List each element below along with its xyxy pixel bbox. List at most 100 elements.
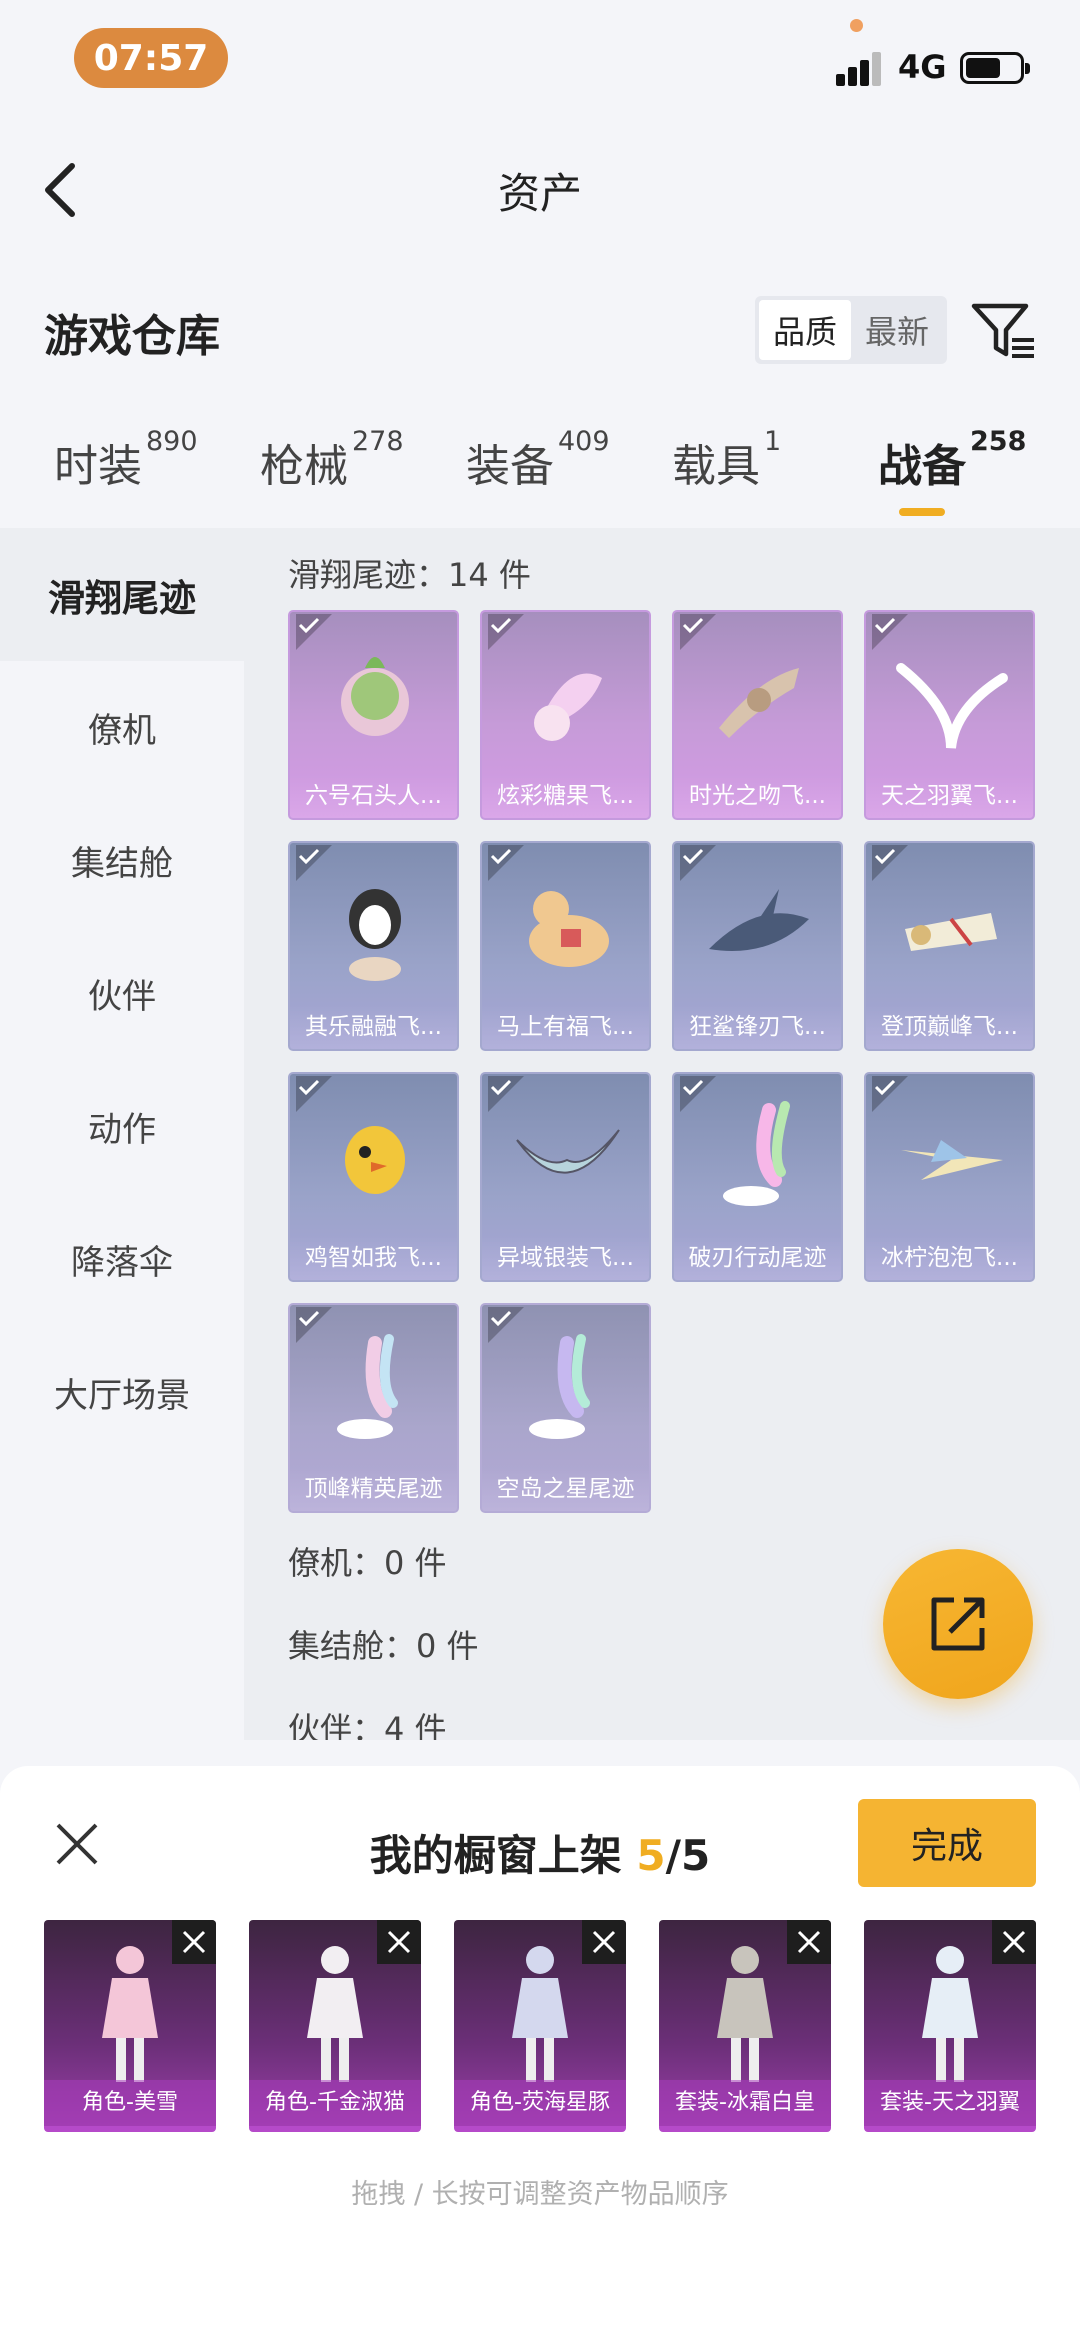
tab-tactical[interactable]: 战备 258	[878, 426, 1026, 494]
character-figure	[922, 1946, 978, 2082]
showcase-item[interactable]: 角色-荧海星豚	[454, 1920, 626, 2132]
filter-icon	[971, 303, 1034, 358]
checkmark-icon	[296, 845, 332, 881]
external-share-icon	[931, 1597, 985, 1651]
showcase-count-current: 5	[636, 1831, 666, 1880]
item-artwork	[896, 663, 1008, 749]
group-title-companion: 伙伴：4 件	[288, 1710, 447, 1740]
item-name: 破刃行动尾迹	[674, 1236, 841, 1280]
subcategory-sidebar: 滑翔尾迹 僚机 集结舱 伙伴 动作 降落伞 大厅场景	[0, 528, 244, 1740]
sidebar-item-rally-pod[interactable]: 集结舱	[0, 794, 244, 927]
item-artwork	[529, 1334, 590, 1439]
checkmark-icon	[488, 1307, 524, 1343]
reorder-hint: 拖拽 / 长按可调整资产物品顺序	[351, 2179, 729, 2210]
item-name: 冰柠泡泡飞...	[866, 1236, 1033, 1280]
item-card[interactable]: 登顶巅峰飞...	[864, 841, 1035, 1051]
item-card[interactable]: 空岛之星尾迹	[480, 1303, 651, 1513]
privacy-indicator-dot	[850, 19, 863, 32]
checkmark-icon	[680, 845, 716, 881]
item-artwork	[529, 891, 609, 967]
showcase-item[interactable]: 套装-天之羽翼	[864, 1920, 1036, 2132]
checkmark-icon	[488, 845, 524, 881]
item-artwork	[719, 668, 799, 738]
group-title-rally-pod: 集结舱：0 件	[288, 1627, 479, 1665]
status-time: 07:57	[74, 28, 228, 88]
item-card[interactable]: 时光之吻飞...	[672, 610, 843, 820]
item-card[interactable]: 炫彩糖果飞...	[480, 610, 651, 820]
item-name: 炫彩糖果飞...	[482, 774, 649, 818]
item-artwork	[516, 1129, 620, 1174]
sort-toggle[interactable]: 品质 最新	[755, 296, 947, 364]
showcase-item[interactable]: 角色-千金淑猫	[249, 1920, 421, 2132]
close-icon	[182, 1930, 206, 1954]
item-artwork	[534, 673, 602, 741]
checkmark-icon	[296, 614, 332, 650]
item-name: 狂鲨锋刃飞...	[674, 1005, 841, 1049]
item-name: 鸡智如我飞...	[290, 1236, 457, 1280]
item-card[interactable]: 狂鲨锋刃飞...	[672, 841, 843, 1051]
sort-by-newest-option[interactable]: 最新	[851, 300, 943, 360]
item-name: 其乐融融飞...	[290, 1005, 457, 1049]
sort-by-quality-option[interactable]: 品质	[759, 300, 851, 360]
close-icon	[1002, 1930, 1026, 1954]
active-tab-indicator	[899, 508, 945, 516]
sidebar-item-lobby-scene[interactable]: 大厅场景	[0, 1326, 244, 1459]
item-artwork	[901, 1140, 1003, 1180]
sidebar-item-emote[interactable]: 动作	[0, 1060, 244, 1193]
share-button[interactable]	[883, 1549, 1033, 1699]
character-figure	[102, 1946, 158, 2082]
item-card[interactable]: 六号石头人...	[288, 610, 459, 820]
item-artwork	[905, 913, 997, 951]
sidebar-item-glide-trail[interactable]: 滑翔尾迹	[0, 528, 244, 661]
tab-weapons[interactable]: 枪械 278	[260, 426, 404, 494]
showcase-item-label: 角色-千金淑猫	[249, 2080, 421, 2126]
sidebar-item-companion[interactable]: 伙伴	[0, 927, 244, 1060]
network-label: 4G	[898, 48, 947, 86]
item-card[interactable]: 破刃行动尾迹	[672, 1072, 843, 1282]
tab-equipment[interactable]: 装备 409	[466, 426, 610, 494]
item-card[interactable]: 其乐融融飞...	[288, 841, 459, 1051]
checkmark-icon	[872, 845, 908, 881]
item-card[interactable]: 鸡智如我飞...	[288, 1072, 459, 1282]
filter-button[interactable]	[968, 296, 1038, 366]
item-name: 马上有福飞...	[482, 1005, 649, 1049]
showcase-item-label: 套装-冰霜白皇	[659, 2080, 831, 2126]
item-name: 六号石头人...	[290, 774, 457, 818]
item-card[interactable]: 异域银装飞...	[480, 1072, 651, 1282]
done-button[interactable]: 完成	[858, 1799, 1036, 1887]
item-card[interactable]: 马上有福飞...	[480, 841, 651, 1051]
character-figure	[717, 1946, 773, 2082]
item-card[interactable]: 天之羽翼飞...	[864, 610, 1035, 820]
tab-fashion[interactable]: 时装 890	[54, 426, 198, 494]
checkmark-icon	[296, 1076, 332, 1112]
item-card[interactable]: 冰柠泡泡飞...	[864, 1072, 1035, 1282]
item-name: 异域银装飞...	[482, 1236, 649, 1280]
tab-vehicles[interactable]: 载具 1	[672, 426, 781, 494]
sidebar-item-parachute[interactable]: 降落伞	[0, 1193, 244, 1326]
showcase-item[interactable]: 角色-美雪	[44, 1920, 216, 2132]
item-card[interactable]: 顶峰精英尾迹	[288, 1303, 459, 1513]
asset-content: 滑翔尾迹 僚机 集结舱 伙伴 动作 降落伞 大厅场景 滑翔尾迹：14 件 六号石…	[0, 528, 1080, 1740]
checkmark-icon	[680, 1076, 716, 1112]
item-artwork	[345, 1126, 405, 1194]
item-artwork	[337, 1334, 398, 1439]
showcase-item[interactable]: 套装-冰霜白皇	[659, 1920, 831, 2132]
item-artwork	[709, 889, 809, 951]
checkmark-icon	[296, 1307, 332, 1343]
showcase-item-label: 角色-荧海星豚	[454, 2080, 626, 2126]
group-title-wingman: 僚机：0 件	[288, 1544, 447, 1582]
checkmark-icon	[488, 1076, 524, 1112]
item-name: 空岛之星尾迹	[482, 1467, 649, 1511]
sidebar-item-wingman[interactable]: 僚机	[0, 661, 244, 794]
close-icon	[592, 1930, 616, 1954]
character-figure	[307, 1946, 363, 2082]
showcase-count-total: /5	[665, 1831, 711, 1880]
battery-icon	[960, 52, 1030, 84]
showcase-shelf: 角色-美雪 角色-千金淑猫 角色-荧海星豚 套装-冰霜白皇 套装-天之羽翼	[44, 1920, 1044, 2132]
item-artwork	[341, 657, 409, 736]
item-artwork	[723, 1101, 790, 1206]
checkmark-icon	[488, 614, 524, 650]
character-figure	[512, 1946, 568, 2082]
showcase-item-label: 套装-天之羽翼	[864, 2080, 1036, 2126]
status-bar: 07:57 4G	[0, 0, 1080, 120]
